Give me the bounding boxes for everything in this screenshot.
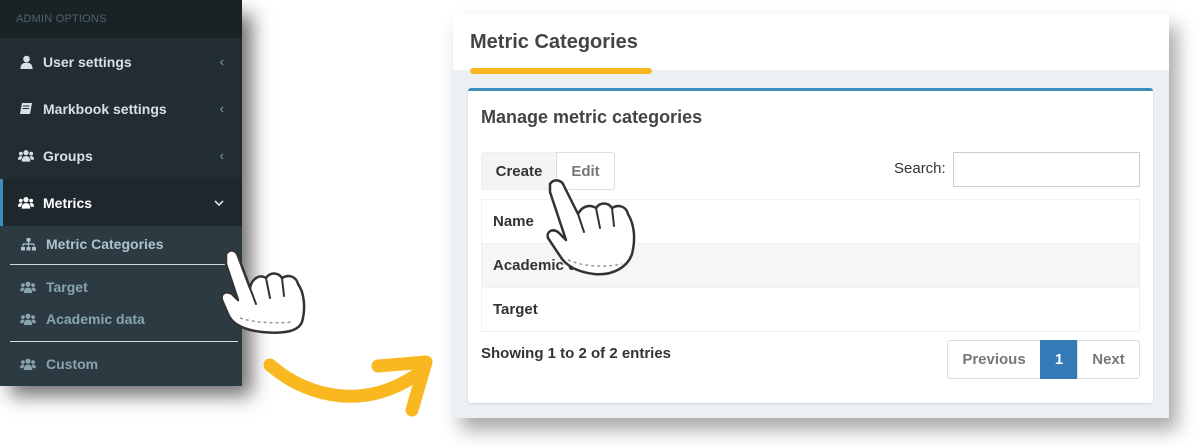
sidebar-subitem-target[interactable]: Target: [0, 271, 242, 303]
submenu-divider: [10, 341, 238, 342]
users-icon: [20, 358, 36, 370]
create-button[interactable]: Create: [481, 152, 557, 190]
chevron-left-icon: ‹: [219, 148, 224, 163]
sidebar-subitem-label: Metric Categories: [46, 236, 164, 252]
chevron-down-icon: [214, 179, 224, 226]
metric-categories-box: Manage metric categories Create Edit Sea…: [468, 88, 1153, 403]
sidebar-item-metrics[interactable]: Metrics: [0, 179, 242, 226]
sidebar-item-markbook-settings[interactable]: Markbook settings ‹: [0, 85, 242, 132]
sitemap-icon: [20, 237, 36, 251]
table-info: Showing 1 to 2 of 2 entries: [481, 345, 672, 362]
search-input[interactable]: [953, 152, 1140, 187]
table-cell[interactable]: Target: [481, 287, 1140, 332]
previous-page-button[interactable]: Previous: [947, 340, 1041, 379]
title-highlight: [470, 68, 652, 74]
table-row[interactable]: Target: [481, 287, 1140, 332]
sidebar-item-user-settings[interactable]: User settings ‹: [0, 38, 242, 85]
sidebar-item-label: Metrics: [43, 194, 93, 211]
chevron-left-icon: ‹: [219, 54, 224, 69]
sidebar-subitem-metric-categories[interactable]: Metric Categories: [0, 228, 242, 260]
sidebar-item-label: User settings: [43, 53, 132, 70]
metrics-submenu: Metric Categories Target Academic data C…: [0, 226, 242, 386]
users-icon: [18, 196, 34, 209]
admin-sidebar: ADMIN OPTIONS User settings ‹ Markbook s…: [0, 0, 242, 386]
sidebar-item-label: Groups: [43, 147, 93, 164]
sidebar-subitem-label: Target: [46, 279, 88, 295]
sidebar-item-groups[interactable]: Groups ‹: [0, 132, 242, 179]
page-1-button[interactable]: 1: [1040, 340, 1078, 379]
sidebar-header: ADMIN OPTIONS: [0, 0, 242, 38]
sidebar-subitem-academic-data[interactable]: Academic data: [0, 303, 242, 335]
categories-table: Name Academic data Target: [481, 199, 1140, 332]
users-icon: [20, 281, 36, 293]
edit-button[interactable]: Edit: [556, 152, 615, 190]
table-header-row: Name: [481, 199, 1140, 244]
column-header-name[interactable]: Name: [481, 199, 1140, 244]
users-icon: [18, 149, 34, 162]
submenu-divider: [10, 264, 238, 265]
page-title: Metric Categories: [470, 31, 638, 53]
box-title: Manage metric categories: [481, 107, 703, 127]
sidebar-subitem-label: Custom: [46, 356, 99, 372]
next-page-button[interactable]: Next: [1077, 340, 1140, 379]
table-row[interactable]: Academic data: [481, 243, 1140, 288]
sidebar-subitem-custom[interactable]: Custom: [0, 348, 242, 380]
book-icon: [18, 102, 34, 115]
search-label: Search:: [894, 160, 946, 177]
users-icon: [20, 313, 36, 325]
page-header: Metric Categories: [453, 14, 1169, 74]
main-panel: Metric Categories Manage metric categori…: [453, 14, 1169, 418]
pagination: Previous 1 Next: [947, 340, 1140, 379]
sidebar-item-label: Markbook settings: [43, 100, 167, 117]
action-button-group: Create Edit: [481, 152, 615, 190]
user-icon: [18, 55, 34, 69]
sidebar-subitem-label: Academic data: [46, 311, 145, 327]
chevron-left-icon: ‹: [219, 101, 224, 116]
arrow-icon: [263, 355, 433, 417]
table-cell[interactable]: Academic data: [481, 243, 1140, 288]
